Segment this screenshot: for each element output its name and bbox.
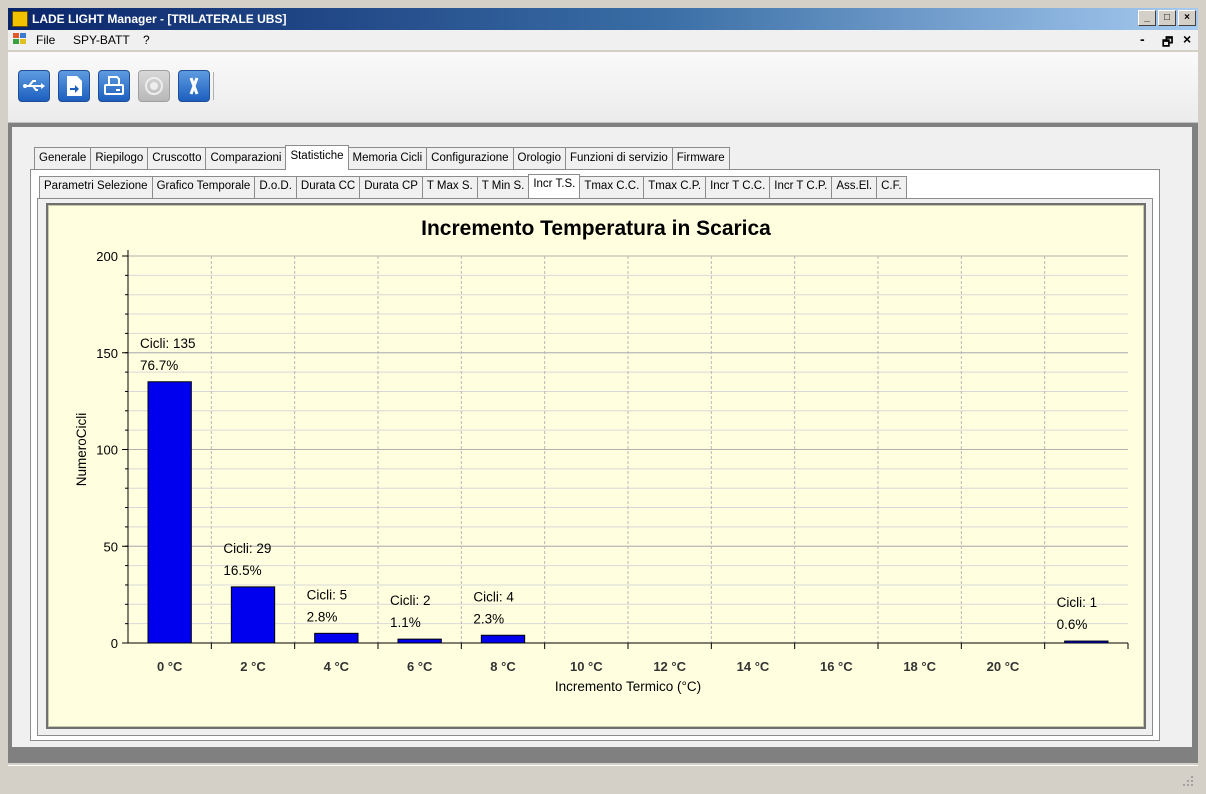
incr-ts-panel: Incremento Temperatura in Scarica 0 50 100… [37,198,1153,736]
close-button[interactable] [178,70,210,102]
data-label-percent: 16.5% [223,563,261,578]
menu-spy-batt[interactable]: SPY-BATT [73,33,130,47]
y-tick-label: 0 [111,636,118,651]
usb-connect-button[interactable] [18,70,50,102]
x-axis-title: Incremento Termico (°C) [555,679,701,694]
subtab-d-o-d[interactable]: D.o.D. [254,176,297,198]
bar [147,381,192,644]
print-button[interactable] [98,70,130,102]
data-label-count: Cicli: 5 [307,587,348,602]
subtab-durata-cc[interactable]: Durata CC [295,176,361,198]
close-icon [189,77,199,95]
tab-firmware[interactable]: Firmware [671,147,730,170]
bar [1064,640,1109,644]
x-tick-label: 8 °C [490,659,516,674]
bar-chart: 0 50 100 150 200 0 °C Cicli: 135 76.7% 2 °C Cicli… [74,249,1129,694]
x-tick-label: 14 °C [737,659,770,674]
x-tick-label: 20 °C [987,659,1020,674]
tab-cruscotto[interactable]: Cruscotto [147,147,207,170]
toolbar-separator [213,72,214,100]
subtab-durata-cp[interactable]: Durata CP [359,176,423,198]
bar [230,586,276,644]
x-tick-label: 4 °C [324,659,350,674]
data-label-percent: 1.1% [390,615,421,630]
status-bar [8,765,1198,790]
data-label-count: Cicli: 29 [223,541,271,556]
x-tick-label: 10 °C [570,659,603,674]
data-label-percent: 2.8% [307,609,338,624]
bar [314,632,359,644]
minimize-button[interactable]: _ [1138,10,1156,26]
mdi-restore-button[interactable]: 🗗 [1162,33,1173,54]
data-label-percent: 2.3% [473,611,504,626]
close-window-button[interactable]: × [1178,10,1196,26]
bar [480,634,526,644]
data-label-percent: 0.6% [1057,617,1088,632]
subtab-parametri-selezione[interactable]: Parametri Selezione [39,176,153,198]
tab-configurazione[interactable]: Configurazione [426,147,514,170]
tab-riepilogo[interactable]: Riepilogo [90,147,149,170]
subtab-incr-t-c-p[interactable]: Incr T C.P. [769,176,833,198]
stats-tab-strip: Parametri Selezione Grafico Temporale D.o.… [39,174,907,198]
y-tick-label: 100 [96,443,118,458]
tab-orologio[interactable]: Orologio [512,147,566,170]
menu-bar: File SPY-BATT ? - 🗗 × [8,30,1198,50]
subtab-ass-el[interactable]: Ass.El. [831,176,878,198]
mdi-child-icon[interactable] [13,33,27,46]
data-label-count: Cicli: 2 [390,593,431,608]
main-tab-strip: Generale Riepilogo Cruscotto Comparazioni St… [34,145,730,170]
y-tick-label: 200 [96,249,118,264]
subtab-t-max-s[interactable]: T Max S. [421,176,478,198]
tab-comparazioni[interactable]: Comparazioni [205,147,287,170]
data-label-count: Cicli: 1 [1057,595,1098,610]
usb-icon [23,80,45,91]
y-tick-label: 50 [104,539,118,554]
subtab-incr-t-c-c[interactable]: Incr T C.C. [705,176,771,198]
bar [397,638,442,644]
child-window: Generale Riepilogo Cruscotto Comparazioni St… [12,127,1192,747]
mdi-minimize-button[interactable]: - [1140,31,1145,47]
subtab-grafico-temporale[interactable]: Grafico Temporale [151,176,256,198]
tab-generale[interactable]: Generale [34,147,92,170]
export-button[interactable] [58,70,90,102]
resize-grip-icon[interactable] [1182,775,1194,787]
subtab-tmax-c-c[interactable]: Tmax C.C. [579,176,645,198]
x-tick-label: 18 °C [903,659,936,674]
tab-funzioni-di-servizio[interactable]: Funzioni di servizio [564,147,673,170]
title-bar: LADE LIGHT Manager - [TRILATERALE UBS] _… [8,8,1198,30]
y-axis-title: NumeroCicli [74,413,89,487]
data-label-percent: 76.7% [140,358,178,373]
mdi-close-button[interactable]: × [1183,31,1191,47]
x-tick-label: 0 °C [157,659,183,674]
maximize-button[interactable]: □ [1158,10,1176,26]
x-tick-label: 6 °C [407,659,433,674]
data-label-count: Cicli: 135 [140,336,196,351]
tab-memoria-cicli[interactable]: Memoria Cicli [347,147,428,170]
subtab-incr-t-s[interactable]: Incr T.S. [528,174,581,198]
document-export-icon [67,76,82,96]
print-icon [104,76,124,95]
app-icon [12,11,28,27]
mdi-client-area: Generale Riepilogo Cruscotto Comparazioni St… [8,123,1198,763]
statistiche-panel: Parametri Selezione Grafico Temporale D.o.… [30,169,1160,741]
x-tick-label: 2 °C [240,659,266,674]
record-icon [145,77,163,95]
window-title: LADE LIGHT Manager - [TRILATERALE UBS] [32,12,287,26]
x-tick-label: 16 °C [820,659,853,674]
record-button[interactable] [138,70,170,102]
subtab-t-min-s[interactable]: T Min S. [476,176,530,198]
y-tick-label: 150 [96,346,118,361]
subtab-c-f[interactable]: C.F. [876,176,907,198]
toolbar [8,52,1198,123]
tab-statistiche[interactable]: Statistiche [285,145,349,170]
x-tick-label: 12 °C [653,659,686,674]
subtab-tmax-c-p[interactable]: Tmax C.P. [643,176,707,198]
data-label-count: Cicli: 4 [473,589,514,604]
chart-area: Incremento Temperatura in Scarica 0 50 100… [46,203,1146,729]
menu-file[interactable]: File [36,33,55,47]
menu-help[interactable]: ? [143,33,150,47]
